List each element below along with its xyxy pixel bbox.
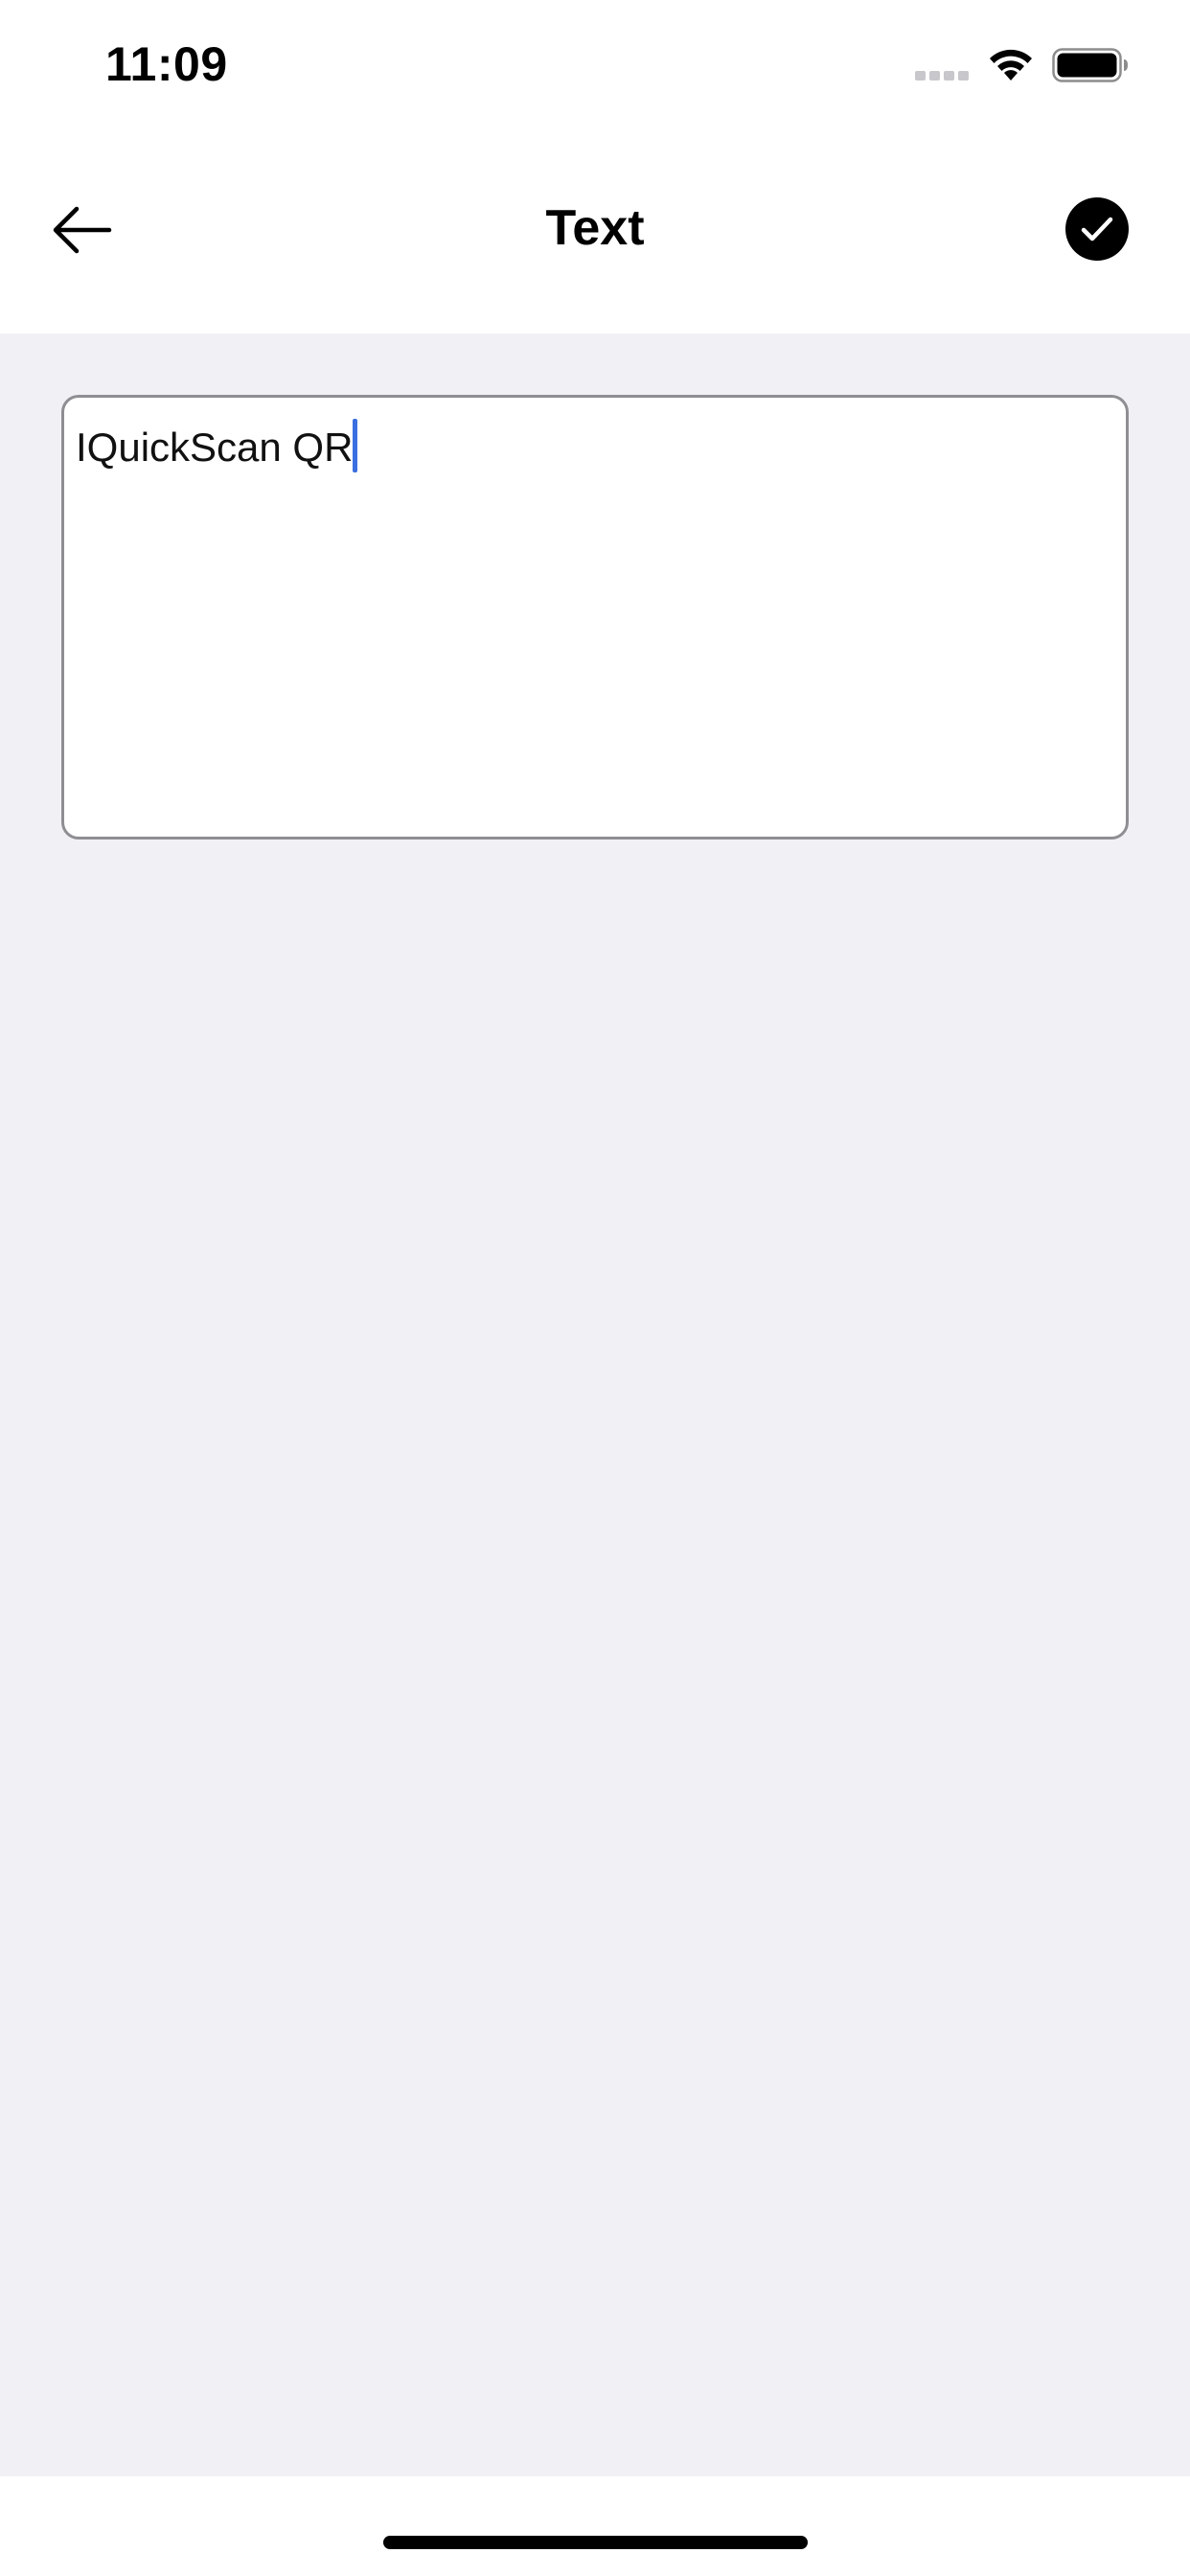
battery-icon xyxy=(1052,48,1128,82)
home-indicator-area xyxy=(0,2476,1190,2576)
checkmark-icon xyxy=(1081,217,1113,242)
content-area: IQuickScan QR xyxy=(0,334,1190,2476)
navigation-bar: Text xyxy=(0,126,1190,334)
wifi-icon xyxy=(990,49,1032,80)
status-bar: 11:09 xyxy=(0,0,1190,126)
status-time: 11:09 xyxy=(105,37,228,91)
text-caret xyxy=(353,419,358,472)
page-title: Text xyxy=(545,200,645,256)
screen: 11:09 Text IQuickScan QR xyxy=(0,0,1190,2576)
text-input-value: IQuickScan QR xyxy=(76,425,354,470)
text-input-field[interactable]: IQuickScan QR xyxy=(61,395,1129,840)
cellular-signal-icon xyxy=(915,71,969,80)
home-indicator[interactable] xyxy=(383,2536,808,2549)
done-button[interactable] xyxy=(1065,197,1129,261)
